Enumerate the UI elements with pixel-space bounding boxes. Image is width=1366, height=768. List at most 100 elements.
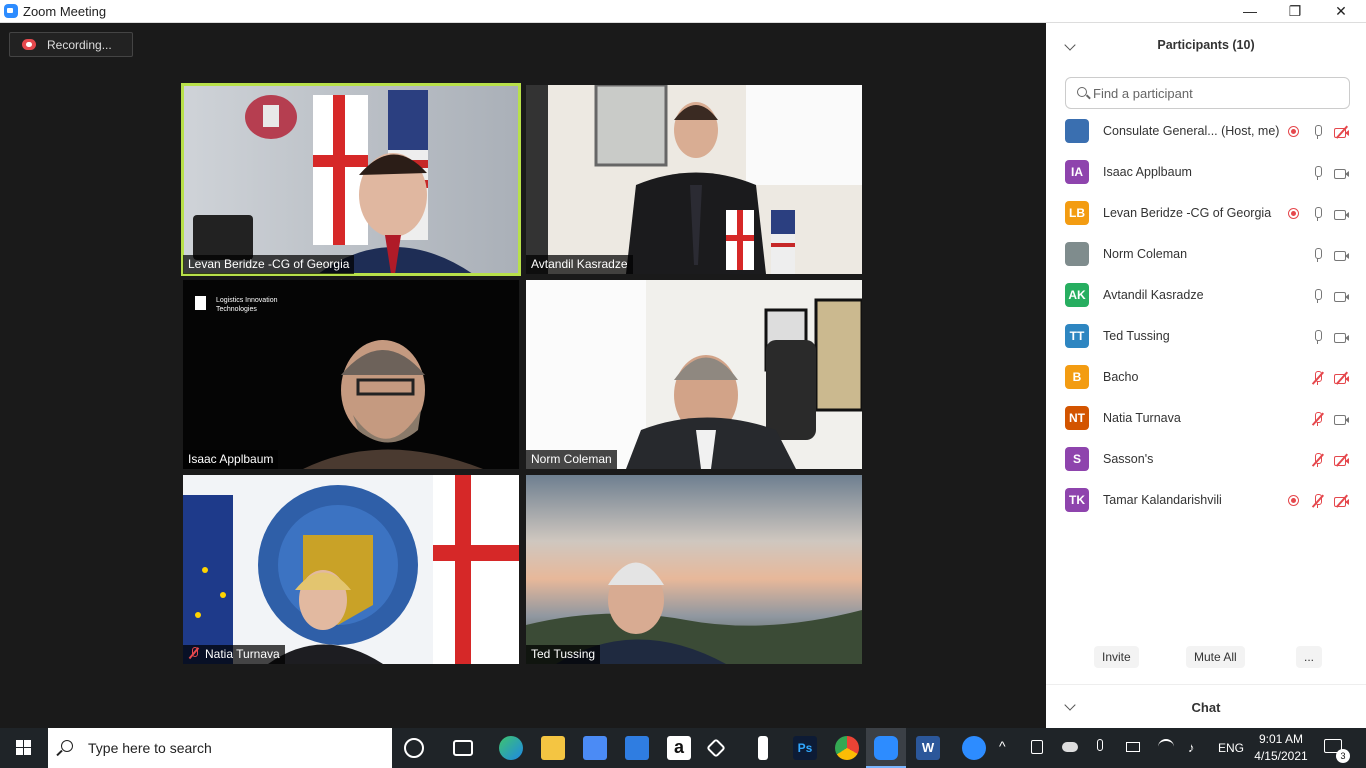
video-icon[interactable] xyxy=(1334,166,1349,180)
participant-row[interactable]: B Bacho xyxy=(1046,357,1366,398)
mic-muted-icon[interactable] xyxy=(1311,371,1325,385)
participant-row[interactable]: NT Natia Turnava xyxy=(1046,398,1366,439)
mic-icon[interactable] xyxy=(1311,207,1325,221)
chat-title: Chat xyxy=(1191,700,1221,715)
mic-icon[interactable] xyxy=(1311,248,1325,262)
task-view-icon[interactable] xyxy=(453,740,473,756)
mic-muted-icon[interactable] xyxy=(1311,494,1325,508)
avatar xyxy=(1065,119,1089,143)
dropbox-icon[interactable] xyxy=(706,738,726,758)
word-icon[interactable]: W xyxy=(916,736,940,760)
photoshop-icon[interactable]: Ps xyxy=(793,736,817,760)
wifi-icon[interactable] xyxy=(1158,739,1174,755)
video-tile[interactable]: Logistics Innovation Technologies Isaac … xyxy=(183,280,519,469)
video-off-icon[interactable] xyxy=(1334,371,1349,385)
battery-icon[interactable] xyxy=(1126,742,1140,752)
tile-name-label: Avtandil Kasradze xyxy=(526,255,633,274)
app-icon[interactable] xyxy=(758,736,768,760)
microphone-icon[interactable] xyxy=(1097,739,1103,751)
slash-mark xyxy=(1311,371,1324,385)
zoom-logo-icon xyxy=(4,4,18,18)
cortana-icon[interactable] xyxy=(404,738,424,758)
mail-icon[interactable] xyxy=(625,736,649,760)
file-explorer-icon[interactable] xyxy=(541,736,565,760)
video-icon[interactable] xyxy=(1334,330,1349,344)
meet-now-icon[interactable] xyxy=(1031,740,1043,754)
zoom-icon[interactable] xyxy=(874,736,898,760)
video-feed xyxy=(183,475,519,664)
taskbar-search-box[interactable]: Type here to search xyxy=(48,728,392,768)
chat-header[interactable]: Chat xyxy=(1046,684,1366,728)
participant-row[interactable]: IA Isaac Applbaum xyxy=(1046,152,1366,193)
search-icon xyxy=(1077,87,1087,97)
video-feed xyxy=(526,85,862,274)
participant-search-input[interactable] xyxy=(1093,84,1333,102)
recording-status-icon xyxy=(1288,208,1299,219)
video-icon[interactable] xyxy=(1334,207,1349,221)
mic-icon[interactable] xyxy=(1311,330,1325,344)
avatar: LB xyxy=(1065,201,1089,225)
video-icon[interactable] xyxy=(1334,412,1349,426)
video-icon[interactable] xyxy=(1334,289,1349,303)
participant-name: Sasson's xyxy=(1103,452,1154,466)
close-button[interactable]: ✕ xyxy=(1318,0,1364,23)
participant-name: Tamar Kalandarishvili xyxy=(1103,493,1222,507)
avatar: NT xyxy=(1065,406,1089,430)
video-icon[interactable] xyxy=(1334,248,1349,262)
video-feed xyxy=(193,90,473,274)
video-feed xyxy=(526,475,862,664)
participant-row[interactable]: TT Ted Tussing xyxy=(1046,316,1366,357)
participant-row[interactable]: S Sasson's xyxy=(1046,439,1366,480)
video-tile[interactable]: Norm Coleman xyxy=(526,280,862,469)
participant-row[interactable]: LB Levan Beridze -CG of Georgia xyxy=(1046,193,1366,234)
participant-name: Ted Tussing xyxy=(1103,329,1170,343)
mic-icon[interactable] xyxy=(1311,289,1325,303)
onedrive-icon[interactable] xyxy=(1062,742,1078,752)
participant-row[interactable]: Consulate General... (Host, me) xyxy=(1046,111,1366,152)
participant-name: Avtandil Kasradze xyxy=(1103,288,1204,302)
start-button[interactable] xyxy=(0,728,48,768)
search-icon xyxy=(61,740,73,752)
clock-date[interactable]: 4/15/2021 xyxy=(1252,749,1310,763)
participant-row[interactable]: TK Tamar Kalandarishvili xyxy=(1046,480,1366,521)
video-tile[interactable]: Natia Turnava xyxy=(183,475,519,664)
video-off-icon[interactable] xyxy=(1334,453,1349,467)
show-hidden-icons-chevron-icon[interactable]: ^ xyxy=(999,738,1006,754)
invite-button[interactable]: Invite xyxy=(1094,646,1139,668)
tile-name-label: Natia Turnava xyxy=(183,645,285,664)
clock-time[interactable]: 9:01 AM xyxy=(1256,732,1306,746)
recording-status-icon xyxy=(1288,495,1299,506)
video-tile[interactable]: Levan Beridze -CG of Georgia xyxy=(181,83,521,276)
participant-name: Natia Turnava xyxy=(1103,411,1181,425)
recording-status-icon xyxy=(1288,126,1299,137)
language-indicator[interactable]: ENG xyxy=(1218,741,1244,755)
slash-mark xyxy=(1335,494,1348,508)
minimize-button[interactable]: — xyxy=(1227,0,1273,23)
help-icon[interactable] xyxy=(962,736,986,760)
mute-all-button[interactable]: Mute All xyxy=(1186,646,1245,668)
mic-muted-icon[interactable] xyxy=(1311,412,1325,426)
edge-icon[interactable] xyxy=(499,736,523,760)
more-options-button[interactable]: ... xyxy=(1296,646,1323,668)
video-tile[interactable]: Ted Tussing xyxy=(526,475,862,664)
amazon-icon[interactable]: a xyxy=(667,736,691,760)
muted-mic-icon xyxy=(188,647,200,659)
store-icon[interactable] xyxy=(583,736,607,760)
maximize-button[interactable]: ❐ xyxy=(1272,0,1318,23)
participant-row[interactable]: Norm Coleman xyxy=(1046,234,1366,275)
slash-mark xyxy=(1311,412,1324,426)
volume-icon[interactable]: ♪ xyxy=(1188,740,1195,755)
participant-search[interactable] xyxy=(1065,77,1350,109)
chrome-icon[interactable] xyxy=(835,736,859,760)
video-off-icon[interactable] xyxy=(1334,125,1349,139)
video-tile[interactable]: Avtandil Kasradze xyxy=(526,85,862,274)
video-off-icon[interactable] xyxy=(1334,494,1349,508)
tile-name-label: Norm Coleman xyxy=(526,450,617,469)
participant-row[interactable]: AK Avtandil Kasradze xyxy=(1046,275,1366,316)
recording-indicator[interactable]: Recording... xyxy=(9,32,133,57)
mic-icon[interactable] xyxy=(1311,166,1325,180)
participant-name: Isaac Applbaum xyxy=(1103,165,1192,179)
mic-muted-icon[interactable] xyxy=(1311,453,1325,467)
windows-logo-icon xyxy=(16,740,31,755)
mic-icon[interactable] xyxy=(1311,125,1325,139)
